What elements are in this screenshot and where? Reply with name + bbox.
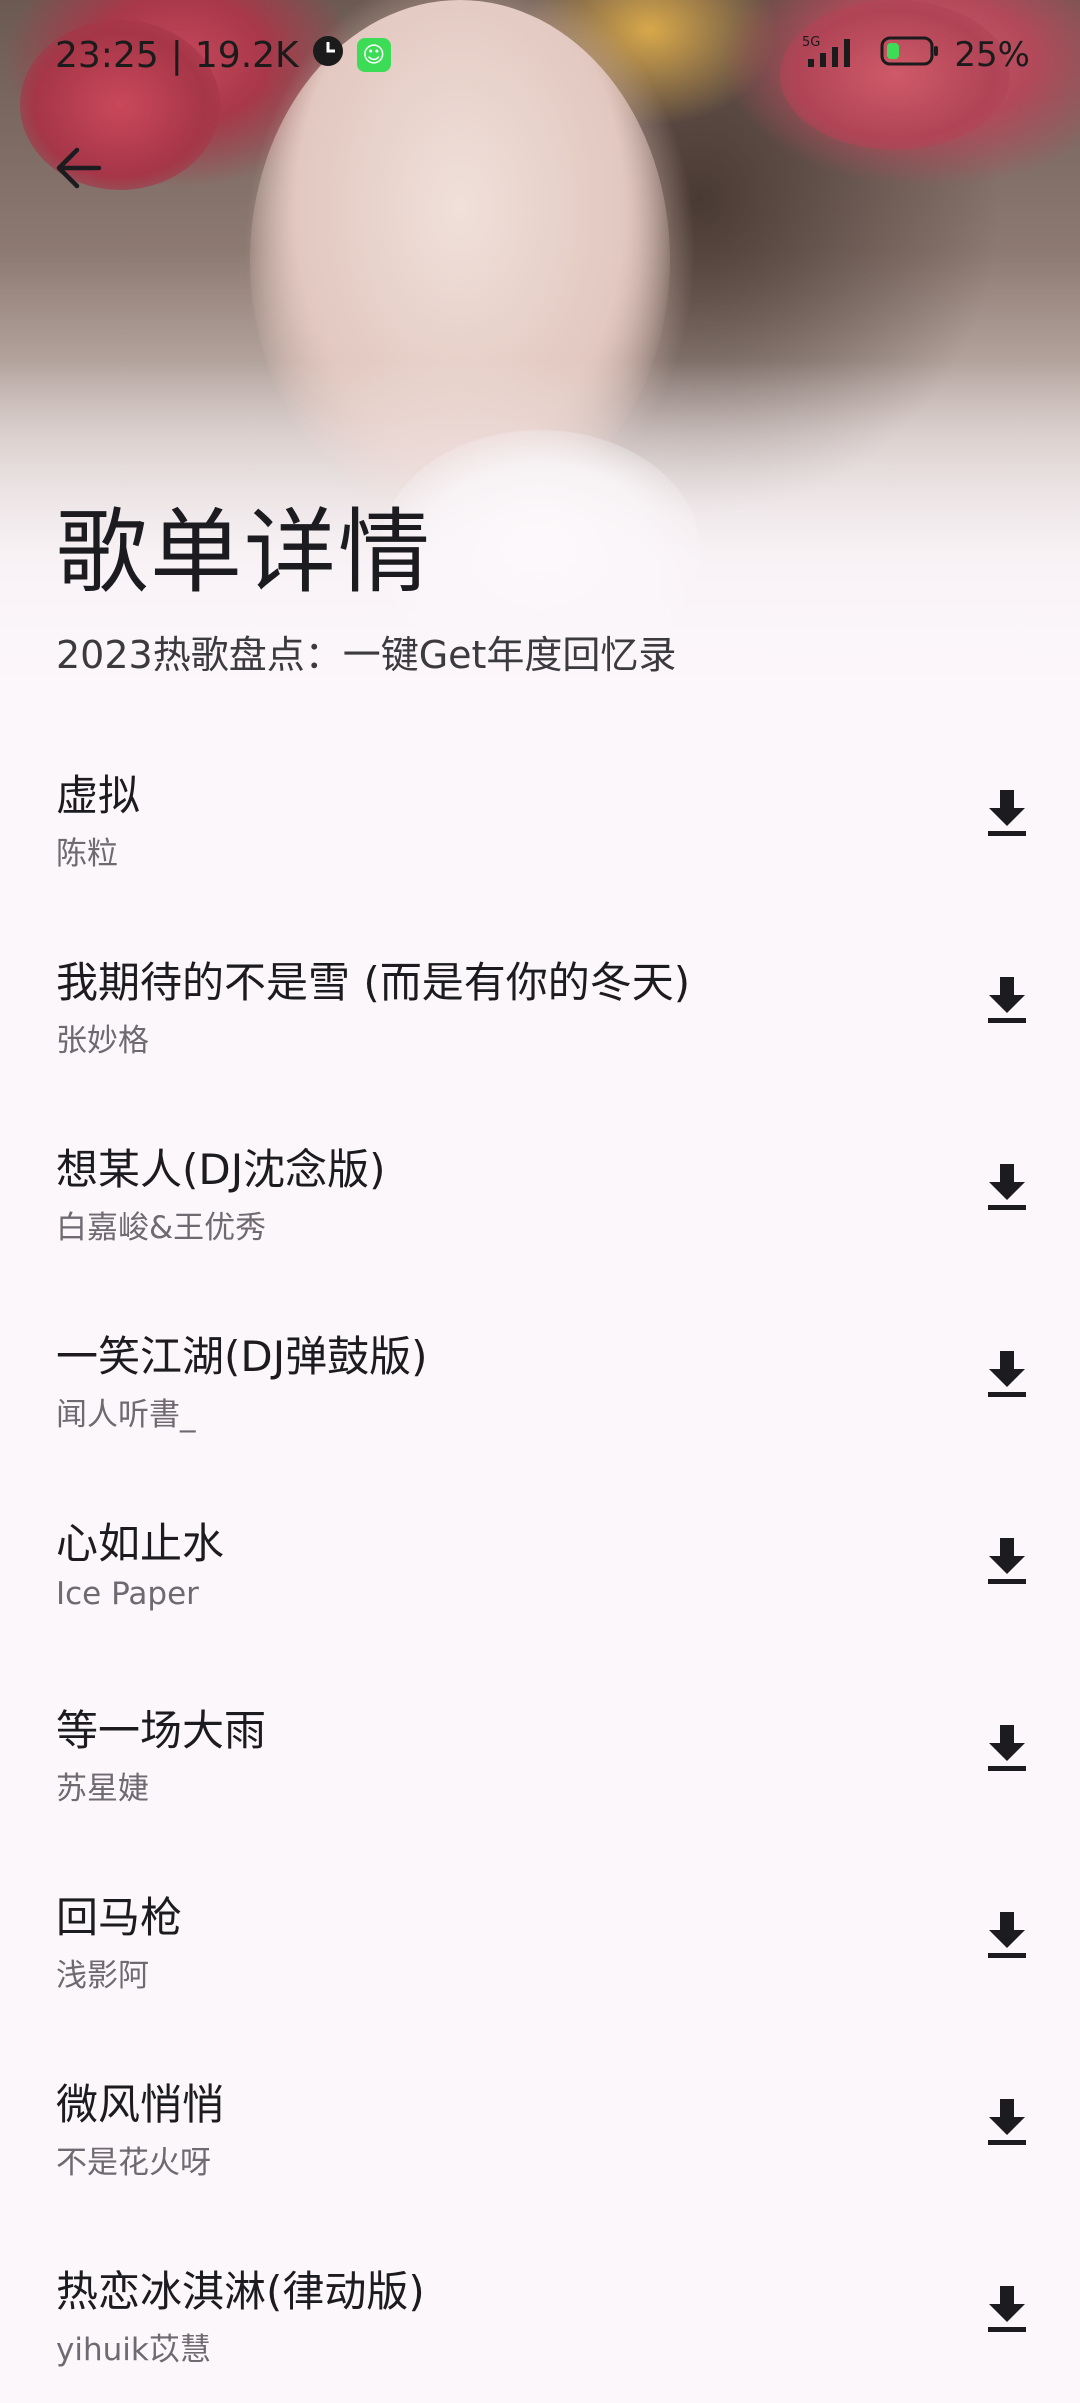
download-icon — [985, 788, 1029, 842]
status-bar: 23:25 | 19.2K ☺ 5G 25% — [0, 0, 1080, 110]
song-artist: 陈粒 — [56, 836, 118, 872]
song-artist: 张妙格 — [56, 1023, 149, 1059]
download-icon — [985, 975, 1029, 1029]
song-title: 一笑江湖(DJ弹鼓版) — [56, 1332, 428, 1381]
download-icon — [985, 1910, 1029, 1964]
download-icon — [985, 1536, 1029, 1590]
song-row[interactable]: 一笑江湖(DJ弹鼓版) 闻人听書_ — [0, 1281, 1080, 1468]
song-artist: 浅影阿 — [56, 1958, 149, 1994]
signal-icon: 5G — [802, 33, 866, 78]
song-artist: 不是花火呀 — [56, 2145, 211, 2181]
download-button[interactable] — [980, 2284, 1034, 2338]
song-title: 回马枪 — [56, 1893, 183, 1942]
song-row[interactable]: 想某人(DJ沈念版) 白嘉峻&王优秀 — [0, 1094, 1080, 1281]
download-button[interactable] — [980, 1162, 1034, 1216]
status-time: 23:25 — [55, 34, 159, 76]
song-row[interactable]: 心如止水 Ice Paper — [0, 1468, 1080, 1655]
song-row[interactable]: 虚拟 陈粒 — [0, 720, 1080, 907]
download-button[interactable] — [980, 1723, 1034, 1777]
download-button[interactable] — [980, 1349, 1034, 1403]
status-speed: 19.2K — [194, 34, 299, 76]
status-right: 5G 25% — [802, 30, 1030, 80]
download-button[interactable] — [980, 1536, 1034, 1590]
song-title: 虚拟 — [56, 771, 141, 820]
download-button[interactable] — [980, 788, 1034, 842]
song-title: 心如止水 — [56, 1519, 225, 1568]
download-icon — [985, 1723, 1029, 1777]
song-artist: 白嘉峻&王优秀 — [56, 1210, 267, 1246]
playlist-subtitle: 2023热歌盘点：一键Get年度回忆录 — [56, 633, 677, 677]
arrow-left-icon — [53, 146, 103, 194]
download-button[interactable] — [980, 1910, 1034, 1964]
song-title: 微风悄悄 — [56, 2080, 225, 2129]
clock-icon — [311, 34, 345, 77]
download-button[interactable] — [980, 2097, 1034, 2151]
svg-text:5G: 5G — [802, 35, 820, 50]
download-icon — [985, 2097, 1029, 2151]
song-row[interactable]: 回马枪 浅影阿 — [0, 1842, 1080, 2029]
battery-icon — [880, 35, 940, 76]
page-title: 歌单详情 — [56, 499, 433, 606]
song-list: 虚拟 陈粒 我期待的不是雪 (而是有你的冬天) 张妙格 想某人(DJ沈念版) 白… — [0, 720, 1080, 2403]
status-divider: | — [170, 34, 183, 76]
song-title: 热恋冰淇淋(律动版) — [56, 2267, 425, 2316]
download-icon — [985, 1349, 1029, 1403]
song-artist: yihuik苡慧 — [56, 2332, 211, 2368]
status-left: 23:25 | 19.2K ☺ — [55, 30, 391, 80]
download-button[interactable] — [980, 975, 1034, 1029]
download-icon — [985, 2284, 1029, 2338]
song-title: 等一场大雨 — [56, 1706, 267, 1755]
download-icon — [985, 1162, 1029, 1216]
song-artist: 闻人听書_ — [56, 1397, 196, 1433]
song-row[interactable]: 等一场大雨 苏星婕 — [0, 1655, 1080, 1842]
song-title: 我期待的不是雪 (而是有你的冬天) — [56, 958, 691, 1007]
song-row[interactable]: 微风悄悄 不是花火呀 — [0, 2029, 1080, 2216]
back-button[interactable] — [48, 140, 108, 200]
song-artist: Ice Paper — [56, 1576, 199, 1612]
song-title: 想某人(DJ沈念版) — [56, 1145, 386, 1194]
song-row[interactable]: 热恋冰淇淋(律动版) yihuik苡慧 — [0, 2216, 1080, 2403]
song-row[interactable]: 我期待的不是雪 (而是有你的冬天) 张妙格 — [0, 907, 1080, 1094]
notification-app-icon: ☺ — [356, 38, 391, 72]
song-artist: 苏星婕 — [56, 1771, 149, 1807]
battery-percent: 25% — [954, 35, 1030, 75]
